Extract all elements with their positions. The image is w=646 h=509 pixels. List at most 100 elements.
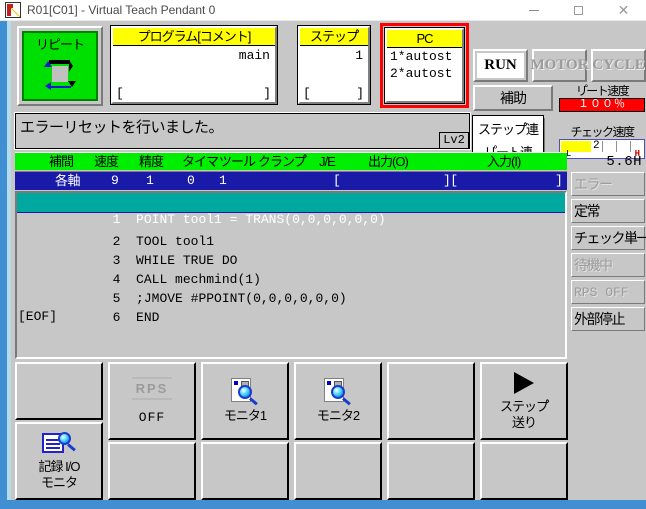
mode-repeat-button[interactable]: リピート <box>17 26 103 106</box>
pc-line-2: 2*autost <box>390 66 453 81</box>
lamp-cycle[interactable]: CYCLE <box>591 49 646 82</box>
record-io-monitor-icon <box>42 431 76 456</box>
fkey-rps-off[interactable]: RPS OFF <box>108 362 196 440</box>
fkey-column-2: RPS OFF <box>108 362 196 500</box>
col-clamp: クランプ゚ <box>258 154 307 169</box>
message-level-badge[interactable]: Lv2 <box>439 132 469 149</box>
program-bracket-right: ] <box>263 86 271 101</box>
code-line-3-text: WHILE TRUE DO <box>136 253 238 268</box>
program-comment-brackets: [ ] <box>116 86 271 101</box>
fkey-5-top[interactable] <box>387 362 475 440</box>
status-check-single[interactable]: チェック単一 <box>571 226 646 250</box>
step-box[interactable]: ステップ゚ 1 [ ] <box>297 25 371 105</box>
fkey-column-5 <box>387 362 475 500</box>
lamp-cycle-label: CYCLE <box>592 53 645 78</box>
fkey-step-feed-label-2: 送り <box>511 414 537 430</box>
pendant-screen: リピート プログラム[コメント] main [] ステップ゚ 1 [] PC… <box>7 21 646 500</box>
lamp-motor[interactable]: MOTOR <box>530 49 589 82</box>
fkey-5-top-face <box>389 364 473 438</box>
program-column-header: 補間 速度 精度 タイマ ツール クランプ゚ J/E 出力(O) 入力(I) <box>15 152 567 170</box>
monitor-doc-dot-2 <box>327 381 331 385</box>
fkey-3-bottom[interactable] <box>201 442 289 500</box>
program-comment-box[interactable]: プログラム[コメント] main [ ] <box>110 25 278 105</box>
fkey-record-io-monitor-label-2: モニタ <box>40 474 78 490</box>
close-button[interactable]: ✕ <box>601 0 646 21</box>
val-seido: 1 <box>146 173 154 188</box>
fkey-monitor-1-face: モニタ1 <box>203 364 287 438</box>
status-normal[interactable]: 定常 <box>571 199 645 223</box>
maximize-button[interactable] <box>556 0 601 21</box>
fkey-2-bottom-face <box>110 444 194 498</box>
fkey-monitor-1-label: モニタ1 <box>223 408 267 423</box>
pendant-frame: リピート プログラム[コメント] main [] ステップ゚ 1 [] PC… <box>0 21 646 509</box>
message-text: エラーリセットを行いました。 <box>20 119 224 136</box>
col-output: 出力(O) <box>368 154 409 169</box>
col-input: 入力(I) <box>487 154 521 169</box>
repeat-speed-block[interactable]: リ゚ート速度 １００％ <box>559 85 645 112</box>
code-editor[interactable]: 1 POINT tool1 = TRANS(0,0,0,0,0,0) 2 TOO… <box>15 191 567 359</box>
window-title: R01[C01] - Virtual Teach Pendant 0 <box>27 3 216 17</box>
fkey-1-top[interactable] <box>15 362 103 420</box>
val-out-close: ][ <box>443 173 458 188</box>
fkey-rps-off-face: RPS OFF <box>110 364 194 438</box>
step-continuous-label: ステップ゚連 <box>477 122 539 137</box>
virtual-teach-pendant-window: R01[C01] - Virtual Teach Pendant 0 ✕ リピー… <box>0 0 646 509</box>
fkey-6-bottom-face <box>482 444 566 498</box>
pc-title: PC <box>387 30 462 48</box>
code-line-6-text: END <box>136 310 160 325</box>
pc-box[interactable]: PC 1*autost 2*autost <box>384 27 465 104</box>
app-icon <box>5 2 21 18</box>
mode-repeat-label: リピート <box>35 37 85 52</box>
fkey-2-bottom[interactable] <box>108 442 196 500</box>
repeat-cycle-icon <box>39 55 81 95</box>
minimize-icon <box>528 9 539 11</box>
program-comment-value: main <box>238 48 270 63</box>
fkey-1-top-face <box>17 364 101 418</box>
fkey-monitor-2[interactable]: モニタ2 <box>294 362 382 440</box>
fkey-record-io-monitor-face: 記録 I/O モニタ <box>17 424 101 498</box>
close-icon: ✕ <box>617 2 630 18</box>
step-body: 1 [ ] <box>300 46 368 102</box>
fkey-4-bottom-face <box>296 444 380 498</box>
fkey-column-1: 記録 I/O モニタ <box>15 362 103 500</box>
status-rps-off[interactable]: RPS OFF <box>571 280 645 304</box>
code-line-1[interactable]: 1 POINT tool1 = TRANS(0,0,0,0,0,0) <box>17 193 565 227</box>
col-je: J/E <box>319 154 336 169</box>
fkey-4-bottom[interactable] <box>294 442 382 500</box>
repeat-speed-value: １００％ <box>559 98 645 112</box>
col-tool: ツール <box>219 154 256 169</box>
status-standby[interactable]: 待機中 <box>571 253 645 277</box>
program-comment-body: main [ ] <box>113 46 275 102</box>
fkey-step-feed[interactable]: ステップ゚ 送り <box>480 362 568 440</box>
fkey-column-4: モニタ2 <box>294 362 382 500</box>
fkey-3-bottom-face <box>203 444 287 498</box>
lamp-run-label: RUN <box>477 53 524 78</box>
runtime-clock: 5.6H <box>606 154 642 170</box>
status-error[interactable]: エラー <box>571 172 645 196</box>
fkey-6-bottom[interactable] <box>480 442 568 500</box>
monitor-magnifier-handle-2 <box>342 397 351 406</box>
fkey-5-bottom[interactable] <box>387 442 475 500</box>
fkey-monitor-1[interactable]: モニタ1 <box>201 362 289 440</box>
check-speed-ticks <box>561 141 643 152</box>
message-bar: エラーリセットを行いました。 <box>14 112 471 150</box>
step-value: 1 <box>355 48 363 63</box>
pc-line-1: 1*autost <box>390 49 453 64</box>
col-seido: 精度 <box>139 154 164 169</box>
monitor-magnifier-handle <box>249 397 258 406</box>
minimize-button[interactable] <box>511 0 556 21</box>
aux-button[interactable]: 補助 <box>473 85 553 111</box>
monitor-doc-dot <box>234 381 238 385</box>
program-value-row: 各軸 9 1 0 1 [ ][ ] <box>15 171 567 190</box>
fkey-record-io-monitor[interactable]: 記録 I/O モニタ <box>15 422 103 500</box>
rps-icon-text: RPS <box>131 376 173 400</box>
maximize-icon <box>574 5 583 15</box>
mode-repeat-button-face: リピート <box>22 31 98 101</box>
lamp-run[interactable]: RUN <box>473 49 528 82</box>
monitor-magnifier-icon-2 <box>323 378 353 406</box>
fkey-record-io-monitor-label-1: 記録 I/O <box>38 458 81 474</box>
status-external-stop[interactable]: 外部停止 <box>571 307 645 331</box>
check-speed-title: チェック速度 <box>570 125 635 139</box>
col-timer: タイマ <box>182 154 219 169</box>
val-in-close: ] <box>555 173 563 188</box>
